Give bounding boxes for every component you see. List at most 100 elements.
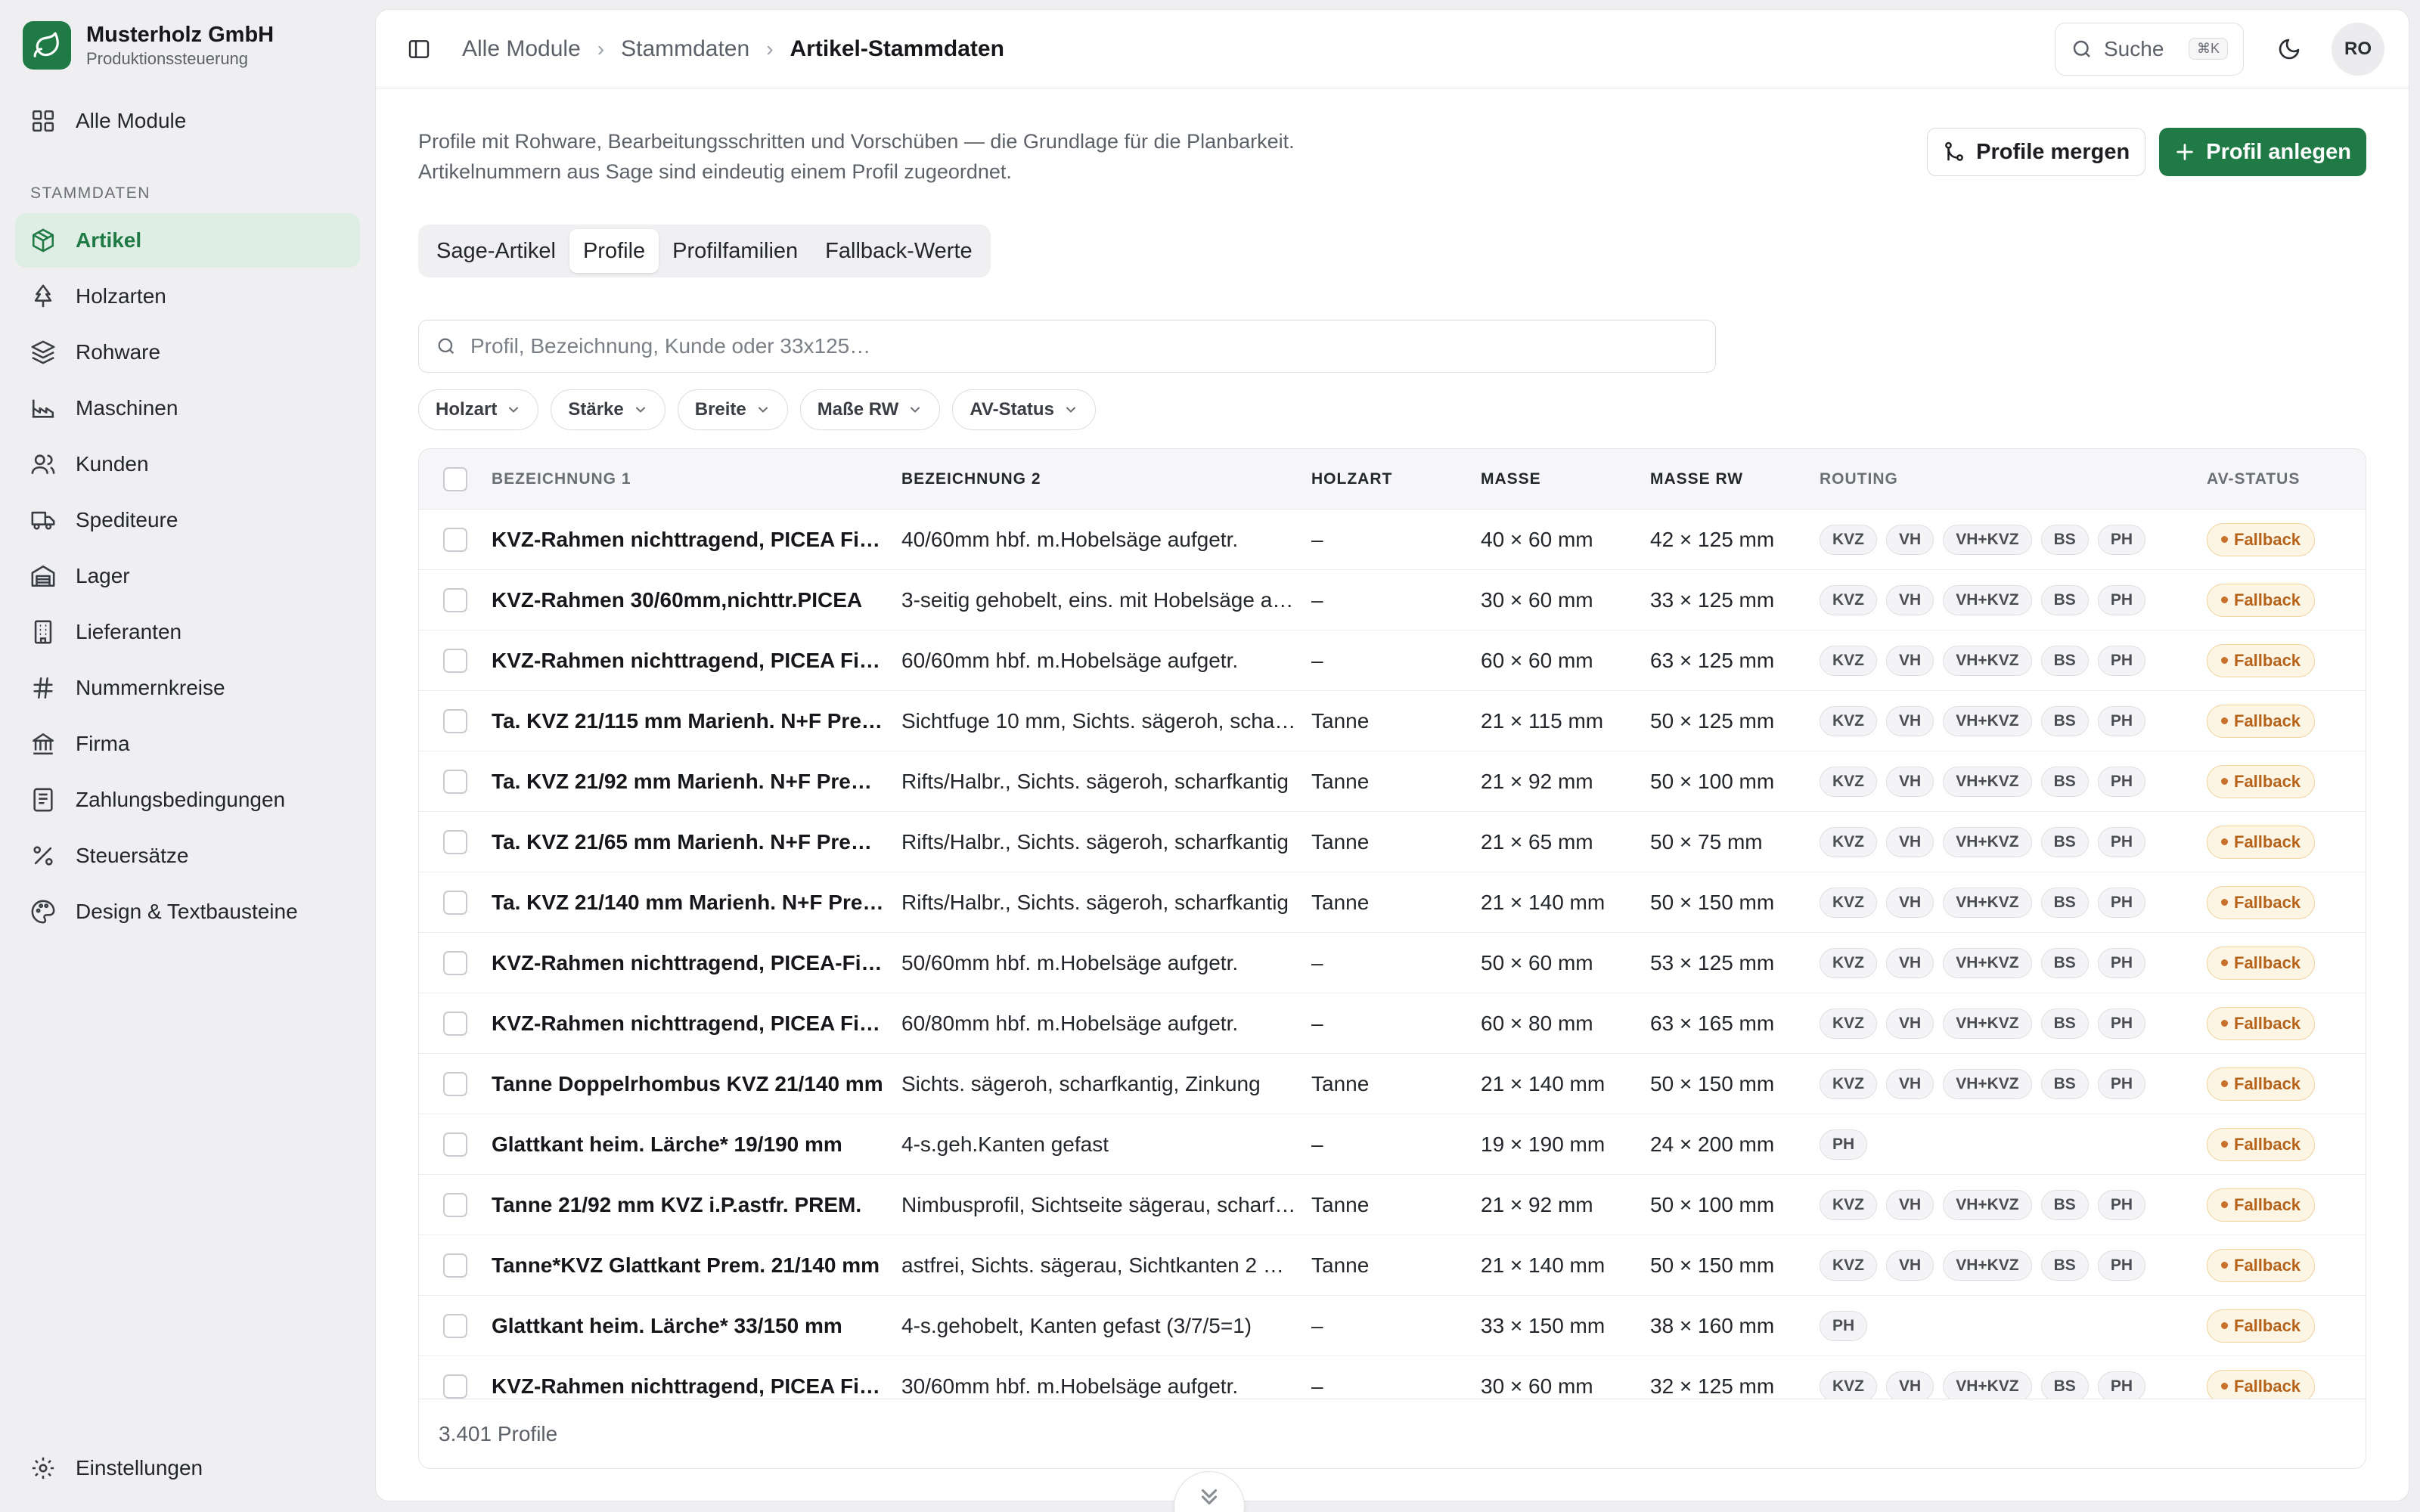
column-header-masse[interactable]: MASSE xyxy=(1481,470,1650,488)
cell-bez2: Nimbusprofil, Sichtseite sägerau, scharf… xyxy=(901,1192,1311,1216)
table-row[interactable]: Glattkant heim. Lärche* 33/150 mm 4-s.geh… xyxy=(419,1296,2366,1356)
routing-tag: VH+KVZ xyxy=(1943,705,2032,736)
status-label: Fallback xyxy=(2234,650,2301,670)
cell-holzart: Tanne xyxy=(1311,708,1370,733)
status-label: Fallback xyxy=(2234,529,2301,549)
tab-profilfamilien[interactable]: Profilfamilien xyxy=(659,229,811,273)
row-checkbox[interactable] xyxy=(443,1253,467,1278)
row-checkbox[interactable] xyxy=(443,1192,467,1217)
cell-bez1: Glattkant heim. Lärche* 19/190 mm xyxy=(492,1132,842,1156)
row-checkbox[interactable] xyxy=(443,527,467,552)
sidebar-item-maschinen[interactable]: Maschinen xyxy=(15,381,360,435)
filter-chip-2[interactable]: Breite xyxy=(677,389,788,430)
breadcrumb-item-stammdaten[interactable]: Stammdaten xyxy=(621,36,749,62)
table-row[interactable]: Ta. KVZ 21/140 mm Marienh. N+F Premium Ri… xyxy=(419,872,2366,933)
filter-chip-0[interactable]: Holzart xyxy=(418,389,539,430)
table-row[interactable]: KVZ-Rahmen nichttragend, PICEA Fichte 40/… xyxy=(419,510,2366,570)
routing-tag: KVZ xyxy=(1820,887,1877,918)
table-row[interactable]: Ta. KVZ 21/115 mm Marienh. N+F Premium Si… xyxy=(419,691,2366,751)
tab-sage-artikel[interactable]: Sage-Artikel xyxy=(423,229,569,273)
sidebar-toggle-button[interactable] xyxy=(400,30,438,68)
sidebar-item-design-textbausteine[interactable]: Design & Textbausteine xyxy=(15,885,360,939)
filter-label: Stärke xyxy=(568,399,624,420)
sidebar-item-zahlungsbedingungen[interactable]: Zahlungsbedingungen xyxy=(15,773,360,827)
create-label: Profil anlegen xyxy=(2206,139,2351,164)
sidebar-item-label: Nummernkreise xyxy=(76,676,225,699)
column-header-bez2[interactable]: BEZEICHNUNG 2 xyxy=(901,470,1311,488)
routing-tag: PH xyxy=(1820,1129,1868,1160)
sidebar-item-artikel[interactable]: Artikel xyxy=(15,213,360,268)
chevron-right-icon: › xyxy=(597,36,605,60)
profile-count: 3.401 Profile xyxy=(439,1421,558,1445)
routing-tag: VH+KVZ xyxy=(1943,887,2032,918)
row-checkbox[interactable] xyxy=(443,829,467,854)
avatar[interactable]: RO xyxy=(2332,22,2384,76)
sidebar-item-spediteure[interactable]: Spediteure xyxy=(15,493,360,547)
table-row[interactable]: KVZ-Rahmen nichttragend, PICEA Fichte 60/… xyxy=(419,993,2366,1054)
cell-bez2: astfrei, Sichts. sägerau, Sichtkanten 2 … xyxy=(901,1253,1298,1277)
sidebar-item-settings[interactable]: Einstellungen xyxy=(15,1441,360,1495)
sidebar-item-rohware[interactable]: Rohware xyxy=(15,325,360,380)
filter-chip-4[interactable]: AV-Status xyxy=(952,389,1096,430)
filter-chip-1[interactable]: Stärke xyxy=(551,389,666,430)
status-dot-icon xyxy=(2221,717,2228,724)
filter-chip-3[interactable]: Maße RW xyxy=(799,389,941,430)
cell-routing: KVZ VH VH+KVZ BS PH xyxy=(1820,766,2207,797)
sidebar-item-label: Steuersätze xyxy=(76,844,189,867)
select-all-checkbox[interactable] xyxy=(443,466,467,491)
row-checkbox[interactable] xyxy=(443,1071,467,1096)
sidebar-item-kunden[interactable]: Kunden xyxy=(15,437,360,491)
table-row[interactable]: KVZ-Rahmen 30/60mm,nichttr.PICEA 3-seitig… xyxy=(419,570,2366,631)
column-header-bez1[interactable]: BEZEICHNUNG 1 xyxy=(492,470,901,488)
table-row[interactable]: Ta. KVZ 21/65 mm Marienh. N+F Premium Rif… xyxy=(419,812,2366,872)
row-checkbox[interactable] xyxy=(443,1374,467,1399)
create-profile-button[interactable]: Profil anlegen xyxy=(2159,128,2366,176)
row-checkbox[interactable] xyxy=(443,648,467,673)
profile-search-input[interactable]: Profil, Bezeichnung, Kunde oder 33x125… xyxy=(418,320,1716,373)
tab-profile[interactable]: Profile xyxy=(569,229,659,273)
row-checkbox[interactable] xyxy=(443,1313,467,1338)
table-row[interactable]: Tanne Doppelrhombus KVZ 21/140 mm Sichts.… xyxy=(419,1054,2366,1114)
panel-left-icon xyxy=(408,39,430,58)
status-badge: Fallback xyxy=(2207,1369,2316,1403)
breadcrumb-item-all-modules[interactable]: Alle Module xyxy=(462,36,581,62)
row-checkbox[interactable] xyxy=(443,1132,467,1157)
sidebar-item-firma[interactable]: Firma xyxy=(15,717,360,771)
column-header-masse-rw[interactable]: MASSE RW xyxy=(1650,470,1820,488)
sidebar-item-all-modules[interactable]: Alle Module xyxy=(15,94,360,148)
sidebar-item-holzarten[interactable]: Holzarten xyxy=(15,269,360,324)
brand[interactable]: Musterholz GmbH Produktionssteuerung xyxy=(15,18,360,73)
sidebar-item-steuersaetze[interactable]: Steuersätze xyxy=(15,829,360,883)
table-row[interactable]: Tanne*KVZ Glattkant Prem. 21/140 mm astfr… xyxy=(419,1235,2366,1296)
routing-tag: BS xyxy=(2040,705,2089,736)
tab-fallback-werte[interactable]: Fallback-Werte xyxy=(811,229,985,273)
table-row[interactable]: Tanne 21/92 mm KVZ i.P.astfr. PREM. Nimbu… xyxy=(419,1175,2366,1235)
table-row[interactable]: KVZ-Rahmen nichttragend, PICEA-Fichte 50/… xyxy=(419,933,2366,993)
row-checkbox[interactable] xyxy=(443,1011,467,1036)
sidebar-item-lager[interactable]: Lager xyxy=(15,549,360,603)
row-checkbox[interactable] xyxy=(443,708,467,733)
routing-tag: PH xyxy=(2097,705,2145,736)
company-name: Musterholz GmbH xyxy=(86,23,275,47)
routing-tag: VH+KVZ xyxy=(1943,1371,2032,1402)
routing-tag: VH xyxy=(1886,766,1934,797)
cell-routing: KVZ VH VH+KVZ BS PH xyxy=(1820,1068,2207,1099)
row-checkbox[interactable] xyxy=(443,769,467,794)
table-row[interactable]: Ta. KVZ 21/92 mm Marienh. N+F Premium Rif… xyxy=(419,751,2366,812)
cell-bez1: Tanne 21/92 mm KVZ i.P.astfr. PREM. xyxy=(492,1192,862,1216)
table-row[interactable]: Glattkant heim. Lärche* 19/190 mm 4-s.geh… xyxy=(419,1114,2366,1175)
row-checkbox[interactable] xyxy=(443,950,467,975)
global-search-button[interactable]: Suche ⌘K xyxy=(2055,22,2244,76)
row-checkbox[interactable] xyxy=(443,587,467,612)
sidebar-item-nummernkreise[interactable]: Nummernkreise xyxy=(15,661,360,715)
column-header-holzart[interactable]: HOLZART xyxy=(1311,470,1481,488)
theme-toggle-button[interactable] xyxy=(2266,26,2312,72)
table-row[interactable]: KVZ-Rahmen nichttragend, PICEA Fichte 60/… xyxy=(419,631,2366,691)
row-checkbox[interactable] xyxy=(443,890,467,915)
status-label: Fallback xyxy=(2234,771,2301,791)
column-header-routing[interactable]: ROUTING xyxy=(1820,470,2207,488)
merge-profiles-button[interactable]: Profile mergen xyxy=(1927,128,2146,176)
sidebar-item-lieferanten[interactable]: Lieferanten xyxy=(15,605,360,659)
column-header-av-status[interactable]: AV-STATUS xyxy=(2207,470,2366,488)
receipt-icon xyxy=(33,788,53,812)
